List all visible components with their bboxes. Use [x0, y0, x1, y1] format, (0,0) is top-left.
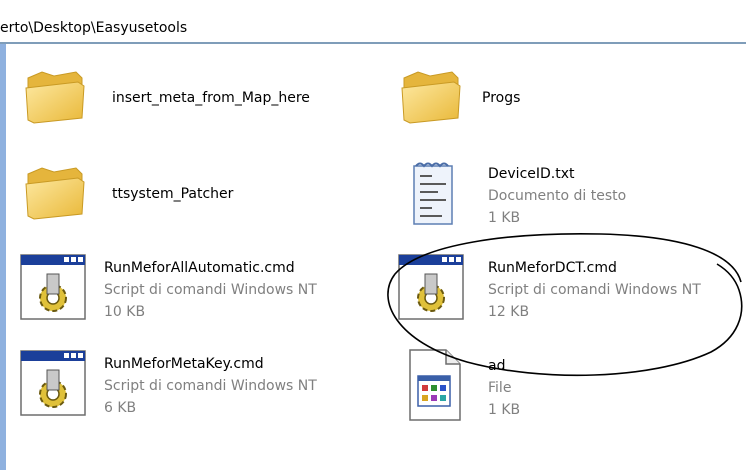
- window-top-edge: [0, 0, 746, 15]
- item-type: Documento di testo: [488, 188, 627, 204]
- item-name: ttsystem_Patcher: [112, 186, 234, 202]
- item-type: Script di comandi Windows NT: [104, 282, 317, 298]
- cmd-script-icon: [20, 254, 86, 324]
- list-item-file[interactable]: ad File 1 KB: [406, 346, 706, 426]
- item-size: 1 KB: [488, 402, 521, 418]
- list-item-folder[interactable]: Progs: [400, 68, 700, 130]
- list-item-folder[interactable]: insert_meta_from_Map_here: [24, 68, 364, 130]
- generic-file-icon: [406, 346, 464, 428]
- file-list-view: insert_meta_from_Map_here Progs ttsystem…: [6, 44, 746, 470]
- item-size: 10 KB: [104, 304, 146, 320]
- list-item-cmd-file[interactable]: RunMeforAllAutomatic.cmd Script di coman…: [20, 254, 380, 326]
- address-bar[interactable]: erto\Desktop\Easyusetools: [0, 14, 746, 44]
- item-size: 6 KB: [104, 400, 137, 416]
- item-name: Progs: [482, 90, 521, 106]
- item-type: File: [488, 380, 512, 396]
- item-size: 1 KB: [488, 210, 521, 226]
- item-type: Script di comandi Windows NT: [488, 282, 701, 298]
- list-item-cmd-file[interactable]: RunMeforMetaKey.cmd Script di comandi Wi…: [20, 350, 380, 422]
- item-name: insert_meta_from_Map_here: [112, 90, 310, 106]
- address-path: erto\Desktop\Easyusetools: [0, 20, 188, 36]
- folder-icon: [24, 68, 86, 124]
- notepad-icon: [412, 160, 456, 230]
- item-name: ad: [488, 358, 506, 374]
- item-name: DeviceID.txt: [488, 166, 575, 182]
- item-size: 12 KB: [488, 304, 530, 320]
- item-name: RunMeforMetaKey.cmd: [104, 356, 264, 372]
- list-item-folder[interactable]: ttsystem_Patcher: [24, 164, 364, 226]
- item-name: RunMeforAllAutomatic.cmd: [104, 260, 295, 276]
- cmd-script-icon: [398, 254, 464, 324]
- list-item-cmd-file[interactable]: RunMeforDCT.cmd Script di comandi Window…: [398, 254, 738, 326]
- item-name: RunMeforDCT.cmd: [488, 260, 617, 276]
- list-item-text-file[interactable]: DeviceID.txt Documento di testo 1 KB: [412, 160, 712, 230]
- folder-icon: [24, 164, 86, 220]
- folder-icon: [400, 68, 462, 124]
- cmd-script-icon: [20, 350, 86, 420]
- item-type: Script di comandi Windows NT: [104, 378, 317, 394]
